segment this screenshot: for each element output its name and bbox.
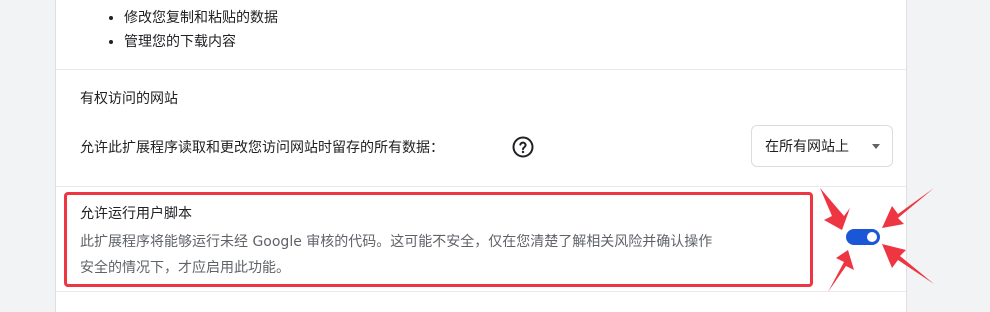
- arrow-icon: [882, 188, 934, 228]
- chevron-down-icon: [872, 144, 880, 149]
- annotation-highlight-box: [64, 192, 813, 287]
- site-access-title: 有权访问的网站: [80, 91, 178, 107]
- divider: [56, 186, 906, 187]
- divider: [56, 69, 906, 70]
- list-item: 管理您的下载内容: [124, 30, 278, 54]
- site-access-select[interactable]: 在所有网站上: [751, 125, 893, 167]
- arrow-icon: [882, 244, 934, 284]
- question-circle-icon[interactable]: [511, 135, 535, 159]
- annotation-arrows: [820, 188, 934, 292]
- divider: [56, 291, 906, 292]
- arrow-icon: [820, 188, 850, 230]
- site-access-description: 允许此扩展程序读取和更改您访问网站时留存的所有数据：: [80, 140, 444, 156]
- select-value: 在所有网站上: [765, 139, 849, 155]
- list-item: 修改您复制和粘贴的数据: [124, 6, 278, 30]
- permission-list: 修改您复制和粘贴的数据 管理您的下载内容: [104, 6, 278, 54]
- arrow-icon: [828, 250, 854, 292]
